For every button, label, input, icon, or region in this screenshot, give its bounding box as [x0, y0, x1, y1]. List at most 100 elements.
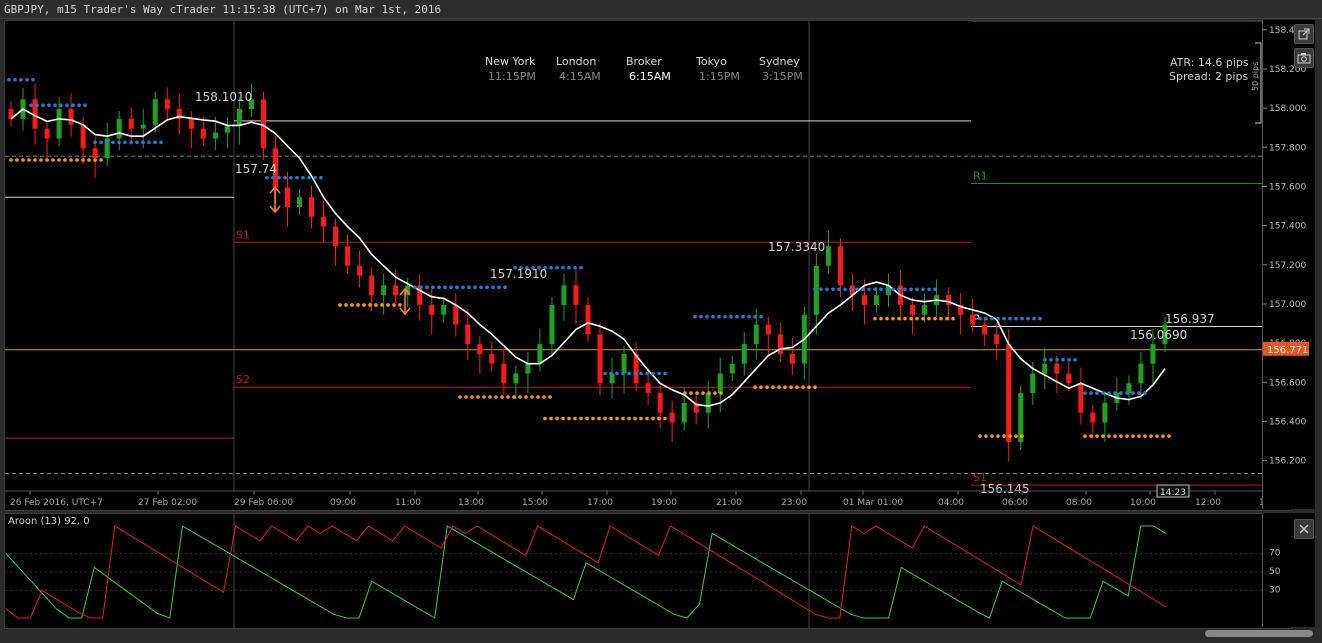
sr-dot	[657, 371, 661, 376]
sr-dot	[1125, 391, 1129, 395]
sr-dot	[990, 316, 994, 321]
sr-dot	[996, 434, 1000, 438]
candle-body	[837, 246, 843, 286]
sr-dot	[1161, 434, 1165, 438]
sr-dot	[1101, 434, 1105, 438]
candle-body	[681, 402, 687, 423]
sr-dot	[71, 103, 75, 108]
sr-dot	[313, 175, 317, 180]
sr-dot	[81, 158, 85, 162]
sr-dot	[561, 416, 565, 421]
sr-dot	[651, 416, 655, 421]
candlestick-chart[interactable]: R2R1PS1S2PS1158.1010157.74157.1910157.33…	[5, 21, 1291, 510]
candle-body	[140, 124, 146, 129]
candle-body	[1054, 363, 1060, 374]
candle-body	[92, 148, 98, 159]
candle-body	[116, 118, 122, 139]
sr-dot	[1119, 434, 1123, 438]
y-tick-label: 158.000	[1269, 104, 1306, 114]
sr-dot	[603, 416, 607, 421]
sr-dot	[425, 285, 429, 290]
aroon-panel[interactable]: Aroon (13) 92, 0	[4, 513, 1292, 629]
x-tick-label: 12:00	[1195, 498, 1221, 508]
sr-dot	[717, 314, 721, 319]
x-tick-label: 06:00	[1002, 498, 1028, 508]
candle-body	[393, 285, 399, 296]
sr-dot	[1101, 391, 1105, 395]
candle-body	[910, 304, 916, 315]
sr-dot	[597, 416, 601, 421]
sr-dot	[1113, 434, 1117, 438]
price-label: 157.74	[235, 162, 277, 176]
popout-icon[interactable]	[1294, 24, 1314, 44]
sr-dot	[1020, 434, 1024, 438]
candle-body	[56, 109, 62, 139]
candle-body	[453, 304, 459, 325]
close-icon[interactable]	[1294, 519, 1314, 539]
sr-dot	[1061, 357, 1065, 362]
sr-dot	[123, 140, 127, 145]
sr-dot	[1002, 434, 1006, 438]
sr-dot	[93, 140, 97, 145]
sr-dot	[25, 77, 29, 82]
sr-dot	[885, 316, 889, 321]
sr-dot	[488, 395, 492, 399]
horizontal-scrollbar[interactable]	[1205, 630, 1313, 637]
sr-dot	[579, 416, 583, 421]
sr-dot	[141, 140, 145, 145]
sr-dot	[891, 287, 895, 292]
candle-body	[284, 187, 290, 208]
sr-dot	[344, 303, 348, 307]
sr-dot	[1137, 391, 1141, 395]
sr-dot	[147, 140, 151, 145]
close-icon-svg	[1299, 524, 1309, 534]
candle-body	[825, 246, 831, 266]
sr-dot	[879, 287, 883, 292]
x-tick-label: 19:00	[651, 498, 677, 508]
sr-dot	[723, 314, 727, 319]
clock-time-4: 3:15PM	[762, 70, 803, 83]
price-label: 157.3340	[768, 240, 825, 254]
candle-body	[729, 363, 735, 374]
sr-dot	[705, 314, 709, 319]
sr-dot	[500, 395, 504, 399]
sr-dot	[609, 416, 613, 421]
x-tick-label: 17:00	[587, 498, 613, 508]
x-tick-label: 26 Feb 2016, UTC+7	[10, 498, 103, 508]
sr-dot	[548, 395, 552, 399]
sr-dot	[609, 371, 613, 376]
candle-body	[1090, 412, 1096, 423]
sr-dot	[543, 416, 547, 421]
candle-body	[357, 265, 363, 276]
sr-dot	[1008, 434, 1012, 438]
price-label: 157.1910	[490, 267, 547, 281]
sr-dot	[99, 158, 103, 162]
sr-dot	[1049, 357, 1053, 362]
sr-dot	[47, 103, 51, 108]
camera-icon-svg	[1297, 53, 1311, 64]
candle-body	[597, 334, 603, 384]
candle-body	[1138, 363, 1144, 384]
candle-body	[717, 373, 723, 394]
sr-dot	[990, 434, 994, 438]
sr-dot	[461, 285, 465, 290]
price-axis[interactable]: 158.400 158.200 158.000 157.800 157.600 157.4…	[1262, 20, 1315, 509]
sr-dot	[909, 316, 913, 321]
candle-body	[309, 197, 315, 217]
sr-dot	[555, 416, 559, 421]
sr-dot	[467, 285, 471, 290]
sr-dot	[891, 316, 895, 321]
sr-dot	[518, 395, 522, 399]
main-chart-panel[interactable]: R2R1PS1S2PS1158.1010157.74157.1910157.33…	[4, 20, 1292, 511]
sr-dot	[1119, 391, 1123, 395]
sr-dot	[1073, 357, 1077, 362]
sr-dot	[1083, 434, 1087, 438]
clock-time-3: 1:15PM	[699, 70, 740, 83]
candle-body	[922, 304, 928, 315]
camera-icon[interactable]	[1294, 48, 1314, 68]
sr-dot	[380, 303, 384, 307]
sr-dot	[753, 314, 757, 319]
sr-dot	[419, 285, 423, 290]
candle-body	[1006, 344, 1012, 443]
sr-dot	[69, 158, 73, 162]
